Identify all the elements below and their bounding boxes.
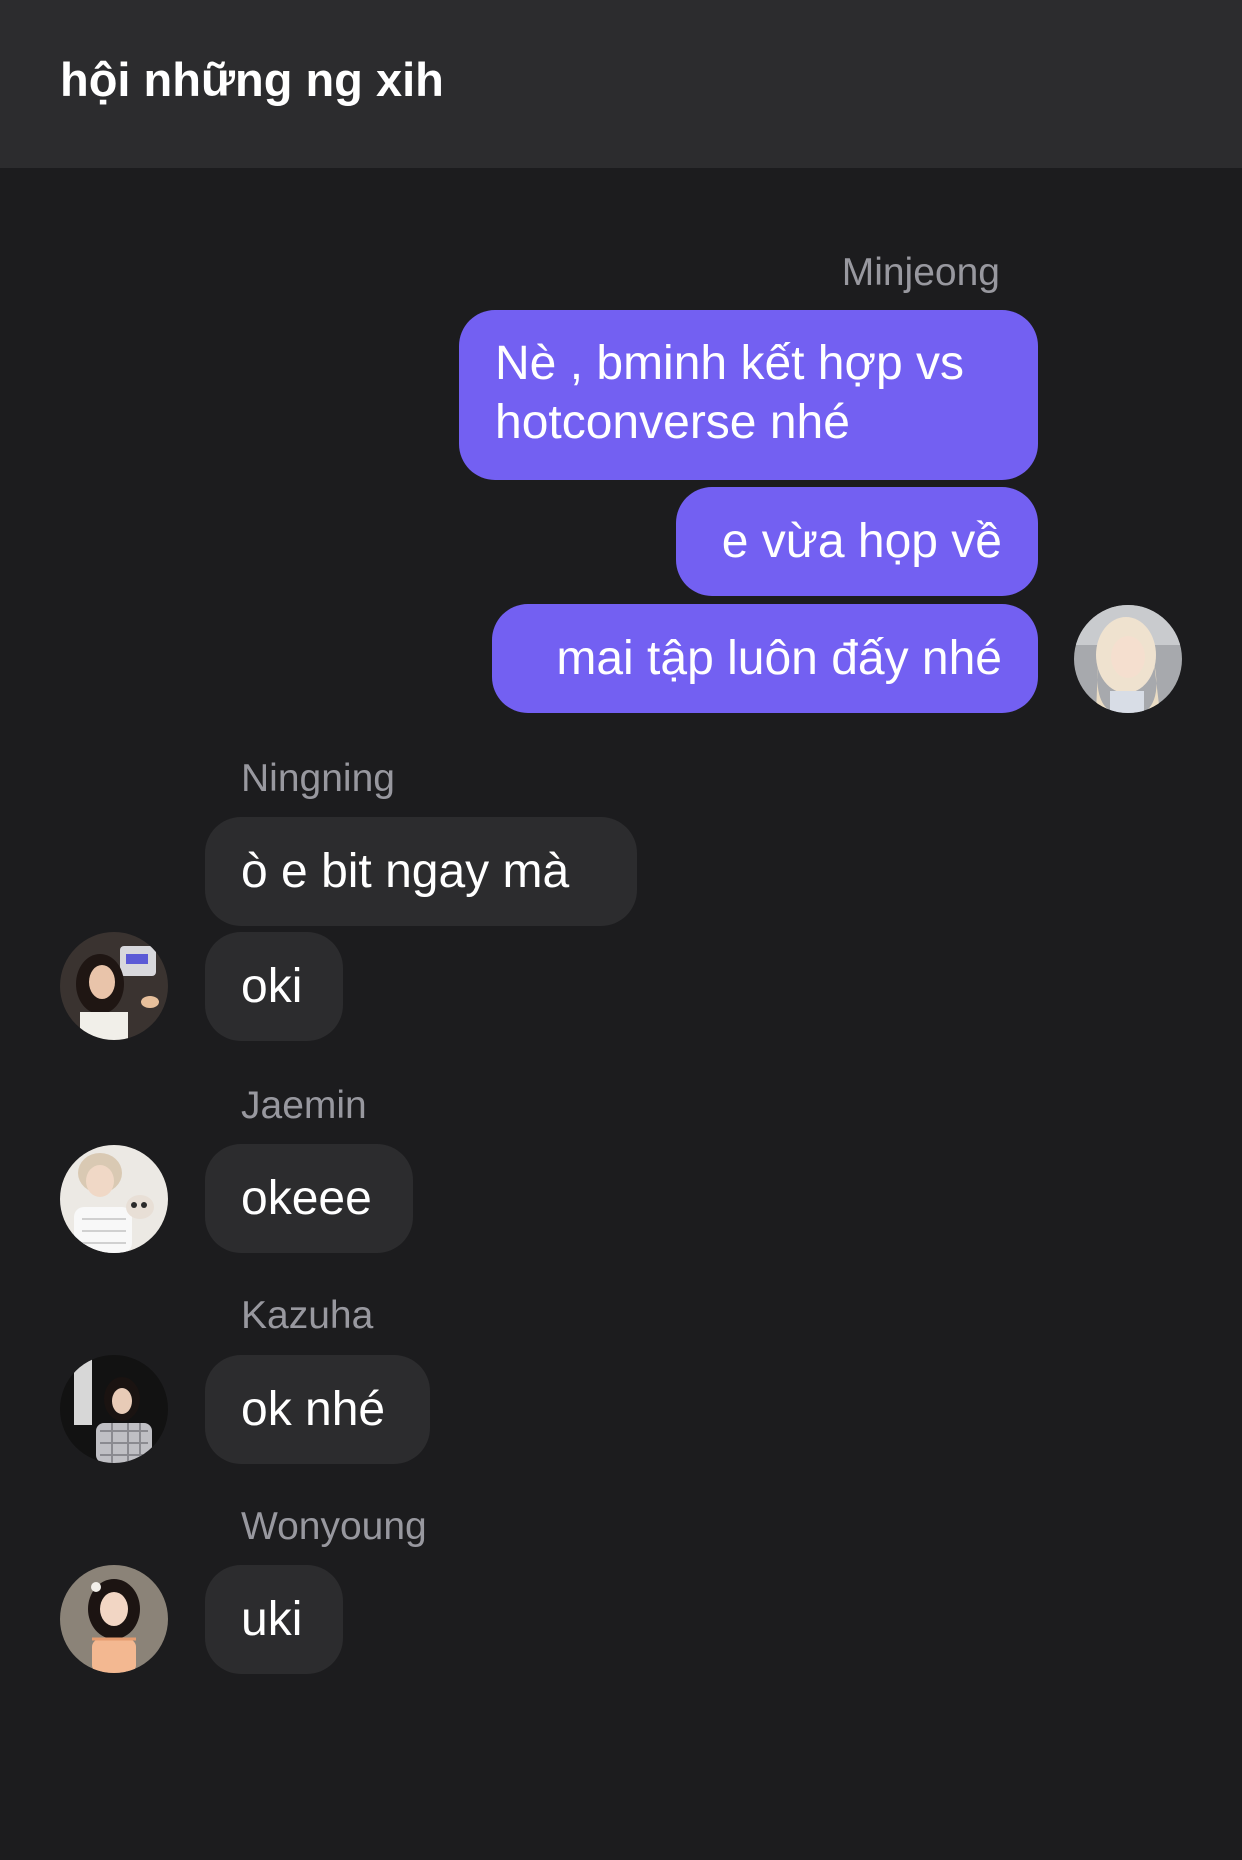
message-text: ok nhé [241,1383,386,1436]
avatar-wonyoung[interactable] [60,1565,168,1673]
message-bubble-outgoing[interactable]: Nè , bminh kết hợp vs hotconverse nhé [459,310,1038,480]
message-bubble-incoming[interactable]: oki [205,932,343,1041]
user-avatar-icon [60,1145,168,1253]
user-avatar-icon [60,932,168,1040]
message-bubble-outgoing[interactable]: e vừa họp về [676,487,1038,596]
user-avatar-icon [60,1565,168,1673]
message-bubble-incoming[interactable]: ok nhé [205,1355,430,1464]
avatar-minjeong[interactable] [1074,605,1182,713]
sender-name-ningning: Ningning [241,757,395,800]
message-bubble-incoming[interactable]: uki [205,1565,343,1674]
message-bubble-outgoing[interactable]: mai tập luôn đấy nhé [492,604,1038,713]
message-bubble-incoming[interactable]: okeee [205,1144,413,1253]
message-text: mai tập luôn đấy nhé [556,632,1002,685]
message-bubble-incoming[interactable]: ò e bit ngay mà [205,817,637,926]
avatar-kazuha[interactable] [60,1355,168,1463]
message-text: oki [241,960,303,1013]
message-text: ò e bit ngay mà [241,845,570,898]
message-text-line: hotconverse nhé [495,396,850,449]
user-avatar-icon [60,1355,168,1463]
message-text: e vừa họp về [721,515,1002,568]
message-text: uki [241,1593,303,1646]
sender-name-wonyoung: Wonyoung [241,1505,427,1548]
chat-header: hội những ng xih [0,0,1242,168]
message-text-line: Nè , bminh kết hợp vs [495,337,965,390]
sender-name-jaemin: Jaemin [241,1084,367,1127]
avatar-ningning[interactable] [60,932,168,1040]
sender-name-kazuha: Kazuha [241,1294,374,1337]
chat-title[interactable]: hội những ng xih [60,48,444,112]
sender-name-minjeong: Minjeong [841,251,1000,294]
avatar-jaemin[interactable] [60,1145,168,1253]
message-text: okeee [241,1172,372,1225]
user-avatar-icon [1074,605,1182,713]
